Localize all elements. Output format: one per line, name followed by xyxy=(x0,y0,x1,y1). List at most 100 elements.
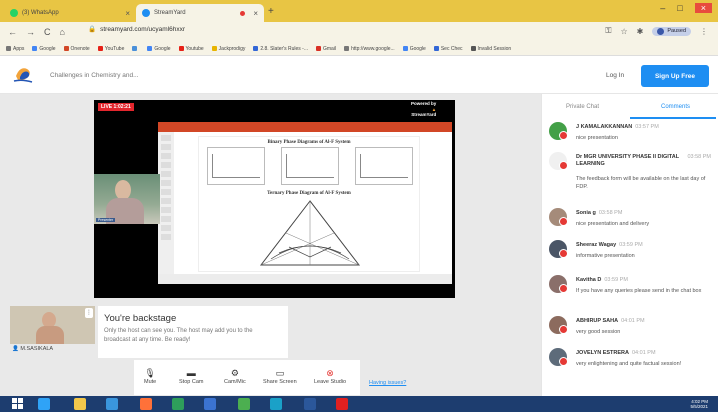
comment-author: Kavitha D 03:59 PM xyxy=(576,277,628,283)
bookmark-item[interactable]: Google xyxy=(32,46,56,52)
bookmark-icon xyxy=(178,46,184,51)
acrobat-icon[interactable] xyxy=(336,398,348,410)
bookmark-item[interactable]: Google xyxy=(402,45,426,52)
bookmark-item[interactable] xyxy=(132,46,139,51)
maximize-button[interactable]: □ xyxy=(677,3,682,13)
microphone-icon: 🎙 xyxy=(144,368,156,378)
windows-start-icon[interactable] xyxy=(12,398,24,410)
slide-title: Binary Phase Diagrams of Al-F System xyxy=(267,140,351,145)
comment-text: informative presentation xyxy=(576,253,635,259)
bookmark-item[interactable]: Jackprodigy xyxy=(211,46,245,52)
camera-icon: ▬ xyxy=(186,368,196,378)
file-explorer-icon[interactable] xyxy=(74,398,86,410)
close-icon[interactable]: × xyxy=(253,9,258,18)
youtube-icon xyxy=(559,217,568,226)
comment-time: 03:59 PM xyxy=(619,242,643,248)
bookmark-item[interactable]: Apps xyxy=(6,46,24,52)
leave-studio-button[interactable]: ⊗ Leave Studio xyxy=(314,368,346,385)
profile-status: Paused xyxy=(667,28,686,34)
powerpoint-ribbon xyxy=(158,122,452,132)
url-field[interactable]: 🔒 streamyard.com/ucyaml6hxxr xyxy=(88,25,185,34)
tab-streamyard[interactable]: StreamYard × xyxy=(136,4,264,22)
bookmark-label: 2.8. Slater's Rules -... xyxy=(260,45,308,52)
shared-screen: Binary Phase Diagrams of Al-F System Ter… xyxy=(158,122,452,284)
bookmark-icon xyxy=(132,46,138,51)
more-options-icon[interactable]: ⋮ xyxy=(85,308,93,318)
key-icon[interactable]: ⚿ xyxy=(605,26,611,36)
profile-button[interactable]: Paused xyxy=(652,26,691,36)
stop-cam-button[interactable]: ▬ Stop Cam xyxy=(179,368,203,385)
mute-button[interactable]: 🎙 Mute xyxy=(144,368,156,385)
app-green-icon[interactable] xyxy=(172,398,184,410)
home-icon[interactable]: ⌂ xyxy=(60,27,65,37)
bookmark-label: Google xyxy=(409,45,426,52)
bookmark-label: Sec Chec xyxy=(440,45,463,52)
bookmark-label: http://www.google... xyxy=(351,45,395,52)
bookmark-label: Apps xyxy=(13,45,25,52)
forward-icon[interactable]: → xyxy=(26,27,35,37)
bookmark-label: Onenote xyxy=(70,45,90,52)
bookmark-item[interactable]: Onenote xyxy=(63,45,90,52)
star-icon[interactable]: ☆ xyxy=(620,27,627,36)
extensions-icon[interactable]: ✱ xyxy=(637,27,644,36)
youtube-icon xyxy=(559,284,568,293)
bookmark-item[interactable]: Invalid Session xyxy=(470,46,511,52)
firefox-icon[interactable] xyxy=(140,398,152,410)
bookmark-item[interactable]: http://www.google... xyxy=(344,46,395,52)
youtube-icon xyxy=(559,249,568,258)
recording-icon xyxy=(240,10,246,16)
url-text: streamyard.com/ucyaml6hxxr xyxy=(100,25,185,33)
comment-text: If you have any queries please send in t… xyxy=(576,288,702,294)
bookmark-item[interactable]: Gmail xyxy=(316,46,336,52)
bookmark-item[interactable]: YouTube xyxy=(97,46,124,52)
comment-text: very enlightening and quite factual sess… xyxy=(576,361,682,367)
phase-diagram-plot xyxy=(355,147,413,185)
bookmark-item[interactable]: 2.8. Slater's Rules -... xyxy=(253,46,308,52)
backstage-description: Only the host can see you. The host may … xyxy=(104,328,253,343)
phase-diagram-plot xyxy=(281,147,339,185)
bookmark-icon xyxy=(211,46,217,51)
bookmark-item[interactable]: Google xyxy=(147,46,171,52)
system-tray: 4:02 PM 5/5/2021 xyxy=(690,399,708,410)
bookmark-icon xyxy=(32,46,38,51)
address-bar: ← → C ⌂ 🔒 streamyard.com/ucyaml6hxxr ⚿ ☆… xyxy=(0,22,718,42)
bookmark-icon xyxy=(316,46,321,51)
share-screen-button[interactable]: ▭ Share Screen xyxy=(263,368,297,385)
comment-author: Sheeraz Wagay 03:59 PM xyxy=(576,242,643,248)
photoshop-icon[interactable] xyxy=(38,398,50,410)
powerpoint-status-bar xyxy=(158,274,452,284)
backstage-title: You're backstage xyxy=(104,313,177,324)
tab-whatsapp[interactable]: (3) WhatsApp × xyxy=(4,4,136,22)
minimize-button[interactable]: – xyxy=(660,3,665,13)
chrome-icon[interactable] xyxy=(238,398,250,410)
tab-comments[interactable]: Comments xyxy=(661,104,690,110)
app-blue-icon[interactable] xyxy=(204,398,216,410)
comment-time: 03:59 PM xyxy=(604,277,628,283)
having-issues-link[interactable]: Having issues? xyxy=(369,380,406,386)
presenter-name-tag: Presenter xyxy=(96,218,116,222)
whatsapp-icon xyxy=(10,9,18,17)
bookmark-icon xyxy=(253,46,259,51)
reload-icon[interactable]: C xyxy=(44,27,51,37)
close-window-button[interactable]: × xyxy=(694,3,712,13)
active-tab-indicator xyxy=(630,117,716,119)
word-icon[interactable] xyxy=(304,398,316,410)
bookmark-item[interactable]: Sec Chec xyxy=(433,45,463,52)
bookmark-item[interactable]: Youtube xyxy=(178,46,204,52)
comment-time: 03:58 PM xyxy=(687,154,711,160)
tab-private-chat[interactable]: Private Chat xyxy=(566,104,599,110)
person-icon: 👤 xyxy=(12,346,19,352)
new-tab-button[interactable]: + xyxy=(268,6,274,17)
menu-icon[interactable]: ⋮ xyxy=(700,27,708,36)
login-link[interactable]: Log In xyxy=(606,72,624,79)
powered-by-badge: Powered by ▲ StreamYard xyxy=(411,101,436,118)
app-teal-icon[interactable] xyxy=(270,398,282,410)
comment-text: nice presentation xyxy=(576,135,618,141)
back-icon[interactable]: ← xyxy=(8,27,17,37)
cam-mic-settings-button[interactable]: ⚙ Cam/Mic xyxy=(224,368,246,385)
bookmark-icon xyxy=(97,46,103,51)
close-icon[interactable]: × xyxy=(125,9,130,18)
edge-icon[interactable] xyxy=(106,398,118,410)
signup-button[interactable]: Sign Up Free xyxy=(641,65,709,87)
tab-label: StreamYard xyxy=(154,10,186,16)
